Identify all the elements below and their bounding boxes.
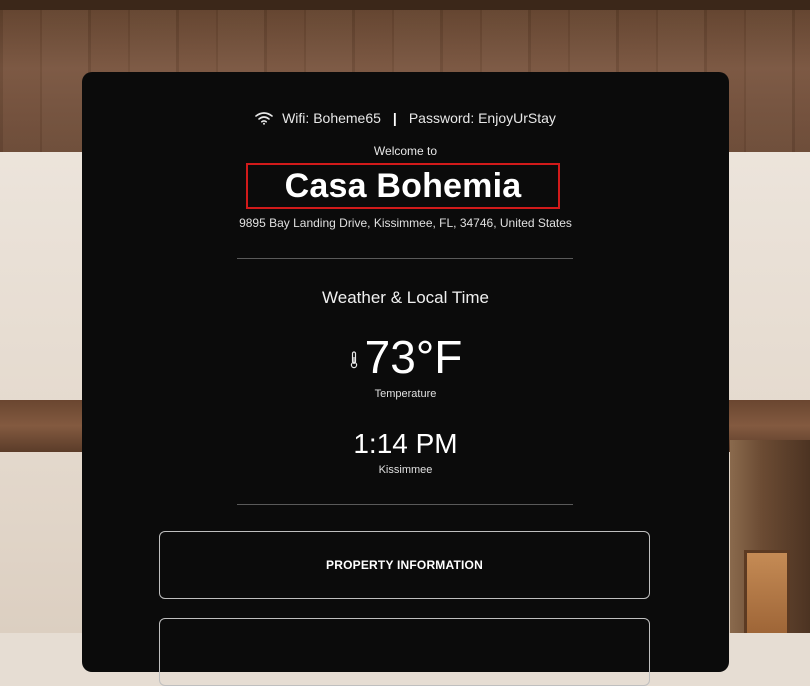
- property-name: Casa Bohemia: [284, 166, 522, 205]
- welcome-panel: Wifi: Boheme65 | Password: EnjoyUrStay W…: [82, 72, 729, 686]
- wifi-info: Wifi: Boheme65 | Password: EnjoyUrStay: [82, 110, 729, 126]
- property-information-button[interactable]: PROPERTY INFORMATION: [159, 531, 650, 599]
- wifi-separator: |: [392, 110, 397, 126]
- divider-bottom: [237, 504, 573, 505]
- temperature-label: Temperature: [374, 388, 437, 400]
- weather-section-title: Weather & Local Time: [322, 288, 489, 307]
- ceiling-edge: [0, 0, 810, 10]
- menu-button-2[interactable]: [159, 618, 650, 686]
- thermometer-icon: [349, 351, 359, 369]
- temperature-row: 73°F: [82, 334, 729, 380]
- local-time: 1:14 PM: [353, 428, 458, 459]
- property-name-highlight: Casa Bohemia: [246, 163, 560, 209]
- temperature-value: 73°F: [364, 331, 463, 383]
- wifi-network: Wifi: Boheme65: [282, 110, 381, 126]
- wifi-icon: [255, 111, 273, 125]
- window: [744, 550, 790, 633]
- divider-top: [237, 258, 573, 259]
- wifi-password: Password: EnjoyUrStay: [408, 110, 556, 126]
- property-address: 9895 Bay Landing Drive, Kissimmee, FL, 3…: [239, 216, 572, 230]
- welcome-text: Welcome to: [373, 144, 438, 158]
- time-location: Kissimmee: [378, 464, 433, 476]
